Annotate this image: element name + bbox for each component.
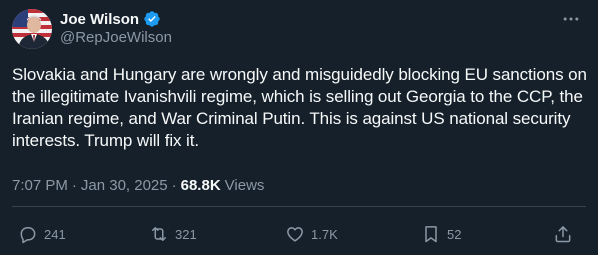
reply-icon: [20, 227, 36, 244]
views-count: 68.8K: [180, 176, 221, 194]
retweet-count: 321: [175, 226, 197, 242]
author-display-name[interactable]: Joe Wilson: [60, 11, 139, 28]
tweet-date[interactable]: Jan 30, 2025: [81, 177, 168, 194]
bookmark-button[interactable]: 52: [421, 222, 461, 246]
avatar-image: [12, 9, 52, 49]
tweet-meta: 7:07 PM · Jan 30, 2025 · 68.8K Views: [12, 175, 264, 195]
like-count: 1.7K: [311, 226, 338, 242]
action-bar: 241 321 1.7K 52: [0, 222, 598, 246]
views-label: Views: [224, 176, 265, 194]
avatar[interactable]: [12, 9, 52, 49]
retweet-icon: [152, 227, 166, 241]
more-dots-icon: [563, 17, 579, 21]
author-handle[interactable]: @RepJoeWilson: [60, 29, 172, 46]
divider: [12, 206, 586, 207]
share-icon: [555, 226, 571, 243]
reply-count: 241: [44, 226, 66, 242]
retweet-button[interactable]: 321: [149, 222, 197, 246]
bookmark-count: 52: [447, 226, 462, 242]
meta-separator: ·: [71, 176, 77, 194]
tweet-card: Joe Wilson @RepJoeWilson Slovakia and Hu…: [0, 0, 598, 255]
tweet-time[interactable]: 7:07 PM: [12, 177, 68, 194]
tweet-text: Slovakia and Hungary are wrongly and mis…: [12, 65, 587, 150]
heart-icon: [287, 227, 303, 242]
more-options-button[interactable]: [558, 8, 584, 30]
name-row: Joe Wilson: [60, 9, 161, 29]
share-button[interactable]: [553, 222, 573, 246]
meta-separator: ·: [171, 176, 177, 194]
reply-button[interactable]: 241: [18, 222, 66, 246]
bookmark-icon: [425, 226, 437, 243]
verified-badge-icon[interactable]: [143, 10, 161, 28]
like-button[interactable]: 1.7K: [285, 222, 338, 246]
